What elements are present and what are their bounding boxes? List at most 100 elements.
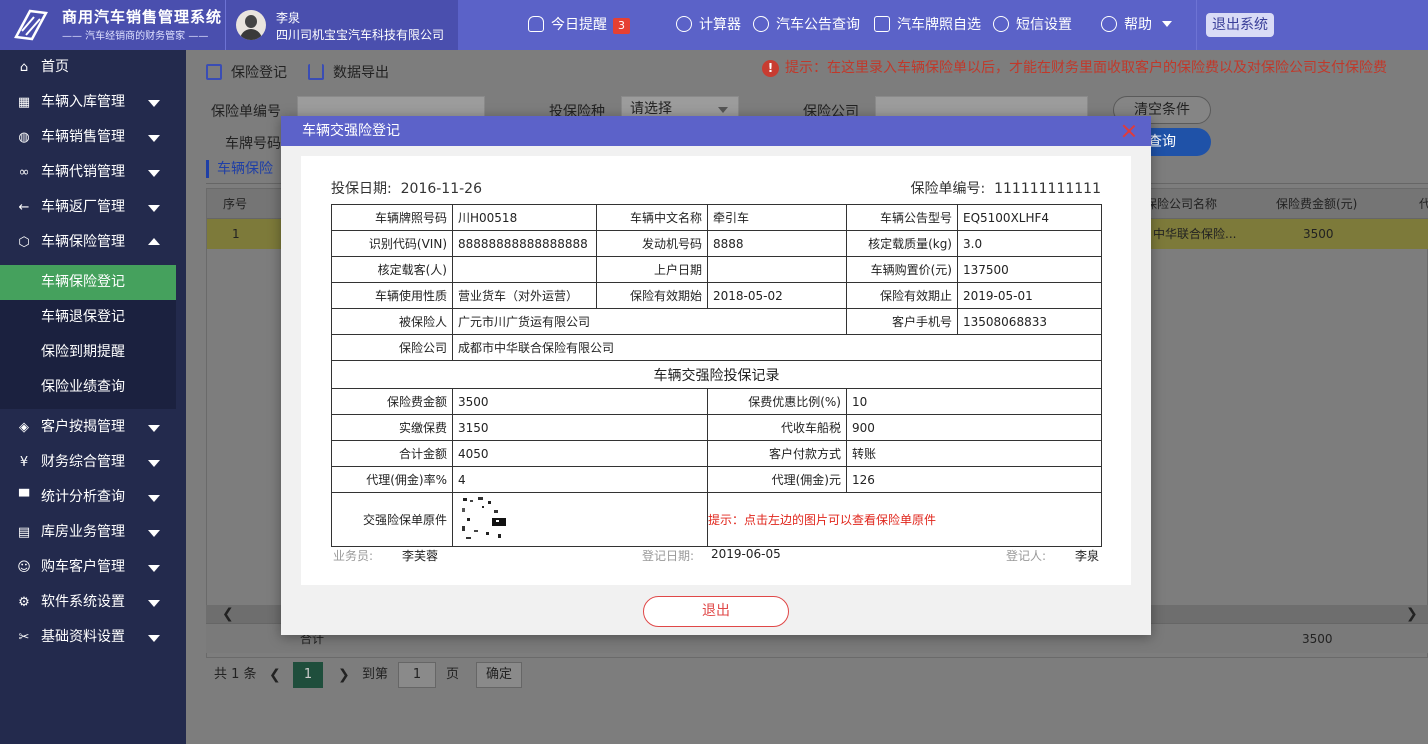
column-header[interactable]: 保险公司名称 [1145, 189, 1217, 219]
sidebar-item-insurance[interactable]: ⬡ 车辆保险管理 [0, 225, 186, 260]
data-export-button[interactable]: 数据导出 [308, 62, 389, 82]
sidebar-item-label: 购车客户管理 [41, 559, 125, 575]
gear-icon: ⚙ [18, 595, 30, 610]
policy-no-label: 保险单编号: [910, 181, 986, 197]
next-page-icon[interactable]: ❯ [338, 662, 350, 688]
footer-amount: 3500 [1302, 632, 1333, 646]
field-label: 代收车船税 [707, 414, 847, 441]
sidebar-subitem-expiry-reminder[interactable]: 保险到期提醒 [0, 335, 176, 370]
prev-page-icon[interactable]: ❮ [269, 662, 281, 688]
goto-page-input[interactable]: 1 [398, 662, 436, 688]
price-value: 137500 [957, 256, 1102, 283]
sidebar-item-finance[interactable]: ¥ 财务综合管理 [0, 445, 186, 480]
warning-icon: ! [762, 60, 779, 77]
field-label: 保险有效期止 [846, 282, 958, 309]
row-index: 1 [232, 227, 240, 241]
chevron-up-icon [148, 238, 160, 245]
plate-value: 川H00518 [452, 204, 597, 231]
field-label: 车辆中文名称 [596, 204, 708, 231]
field-label: 上户日期 [596, 256, 708, 283]
chevron-down-icon [148, 495, 160, 502]
chevron-down-icon [148, 460, 160, 467]
row-company: 中华联合保险... [1153, 227, 1237, 241]
chevron-down-icon [1162, 21, 1173, 27]
plate-select-label: 汽车牌照自选 [897, 17, 981, 33]
policy-number: 保险单编号: 111111111111 [910, 178, 1101, 198]
notice-query-label: 汽车公告查询 [776, 17, 860, 33]
grid-icon: ▦ [17, 95, 31, 110]
field-label: 客户付款方式 [707, 440, 847, 467]
today-reminder-button[interactable]: 今日提醒 3 [528, 0, 630, 50]
sidebar-item-label: 统计分析查询 [41, 489, 125, 505]
column-header[interactable]: 代 [1419, 189, 1428, 219]
sidebar-item-label: 软件系统设置 [41, 594, 125, 610]
goto-confirm-button[interactable]: 确定 [476, 662, 522, 688]
current-page[interactable]: 1 [293, 662, 323, 688]
chevron-down-icon [148, 635, 160, 642]
scroll-right-icon[interactable]: ❯ [1406, 605, 1418, 623]
sidebar-item-vehicle-sales[interactable]: ◍ 车辆销售管理 [0, 120, 186, 155]
calculator-button[interactable]: 计算器 [676, 0, 741, 50]
row-amount: 3500 [1303, 227, 1334, 241]
engine-value: 8888 [707, 230, 847, 257]
help-button[interactable]: 帮助 [1101, 0, 1173, 50]
chevron-down-icon [148, 600, 160, 607]
avatar[interactable] [236, 10, 266, 40]
insurance-register-dialog: 车辆交强险登记 投保日期: 2016-11-26 保险单编号: 11111111… [281, 116, 1151, 635]
column-header[interactable]: 序号 [223, 189, 247, 219]
sidebar-item-customers[interactable]: ☺ 购车客户管理 [0, 550, 186, 585]
notice-query-button[interactable]: 汽车公告查询 [753, 0, 860, 50]
stack-icon: ◈ [19, 420, 29, 435]
search-doc-icon [753, 16, 769, 32]
bell-icon [528, 16, 544, 32]
scroll-left-icon[interactable]: ❮ [222, 605, 234, 623]
close-icon[interactable] [1121, 123, 1137, 139]
field-label: 核定载质量(kg) [846, 230, 958, 257]
logout-button[interactable]: 退出系统 [1206, 13, 1274, 37]
sidebar-item-basic-data[interactable]: ✂ 基础资料设置 [0, 620, 186, 655]
sidebar-subitem-surrender-register[interactable]: 车辆退保登记 [0, 300, 176, 335]
sidebar-subitem-performance-query[interactable]: 保险业绩查询 [0, 370, 176, 405]
sidebar-item-home[interactable]: ⌂ 首页 [0, 50, 186, 85]
reminder-count-badge: 3 [613, 18, 630, 34]
registrar-value: 李泉 [1075, 549, 1100, 563]
policy-thumbnail[interactable] [458, 494, 508, 542]
sidebar-item-consignment[interactable]: ∞ 车辆代销管理 [0, 155, 186, 190]
sidebar-item-system-settings[interactable]: ⚙ 软件系统设置 [0, 585, 186, 620]
logo-icon [14, 9, 48, 41]
pager-total: 共 1 条 [214, 667, 257, 682]
chevron-down-icon [148, 135, 160, 142]
field-label: 发动机号码 [596, 230, 708, 257]
sidebar-item-return[interactable]: ← 车辆返厂管理 [0, 190, 186, 225]
field-label: 保费优惠比例(%) [707, 388, 847, 415]
logo-area: 商用汽车销售管理系统 —— 汽车经销商的财务管家 —— [0, 0, 225, 50]
chevron-down-icon [148, 100, 160, 107]
sidebar: ⌂ 首页 ▦ 车辆入库管理 ◍ 车辆销售管理 ∞ 车辆代销管理 ← 车辆返厂管理 ⬡ 车辆保… [0, 50, 186, 744]
app-subtitle: —— 汽车经销商的财务管家 —— [62, 31, 209, 42]
home-icon: ⌂ [19, 60, 29, 75]
plate-select-button[interactable]: 汽车牌照自选 [874, 0, 981, 50]
insurance-register-button[interactable]: 保险登记 [206, 62, 287, 82]
field-label: 保险有效期始 [596, 282, 708, 309]
user-panel[interactable]: 李泉 四川司机宝宝汽车科技有限公司 [225, 0, 458, 50]
sidebar-item-label: 基础资料设置 [41, 629, 125, 645]
sidebar-item-vehicle-stock[interactable]: ▦ 车辆入库管理 [0, 85, 186, 120]
sidebar-item-label: 车辆销售管理 [41, 129, 125, 145]
seats-value [452, 256, 597, 283]
exit-button[interactable]: 退出 [643, 596, 789, 627]
sms-settings-button[interactable]: 短信设置 [993, 0, 1072, 50]
chevron-down-icon [148, 205, 160, 212]
sidebar-item-warehouse[interactable]: ▤ 库房业务管理 [0, 515, 186, 550]
help-label: 帮助 [1124, 17, 1152, 33]
top-bar: 商用汽车销售管理系统 —— 汽车经销商的财务管家 —— 李泉 四川司机宝宝汽车科… [0, 0, 1428, 50]
discount-value: 10 [846, 388, 1102, 415]
reg-date-label: 登记日期: [642, 549, 695, 563]
sidebar-subitem-insurance-register[interactable]: 车辆保险登记 [0, 265, 176, 300]
column-header[interactable]: 保险费金额(元) [1276, 189, 1357, 219]
tab-insurance-list[interactable]: 车辆保险 [206, 160, 273, 178]
plate-icon [874, 16, 890, 32]
start-value: 2018-05-02 [707, 282, 847, 309]
chat-icon [993, 16, 1009, 32]
sidebar-item-mortgage[interactable]: ◈ 客户按揭管理 [0, 410, 186, 445]
sidebar-item-statistics[interactable]: ▀ 统计分析查询 [0, 480, 186, 515]
